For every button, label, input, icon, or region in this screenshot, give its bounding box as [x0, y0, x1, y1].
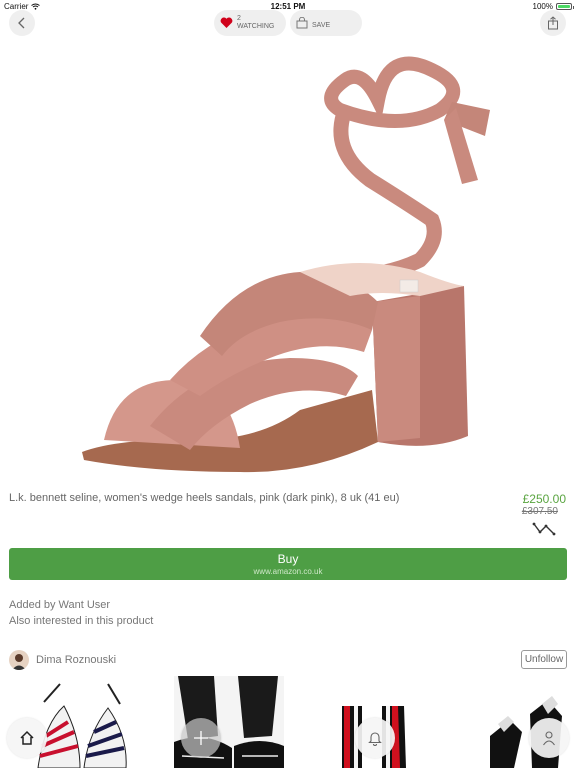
home-button[interactable] [7, 718, 47, 758]
watching-label: WATCHING [237, 23, 275, 30]
save-label: SAVE [312, 22, 331, 29]
heart-icon [220, 17, 233, 28]
watching-button[interactable]: 2 WATCHING [214, 10, 286, 36]
also-interested-text: Also interested in this product [9, 615, 154, 627]
thumb-bikini[interactable] [24, 676, 136, 768]
user-name[interactable]: Dima Roznouski [36, 654, 116, 666]
share-button[interactable] [540, 10, 566, 36]
buy-label: Buy [277, 552, 299, 566]
back-button[interactable] [9, 10, 35, 36]
save-button[interactable]: SAVE [290, 10, 362, 36]
buy-store: www.amazon.co.uk [253, 567, 323, 576]
plus-icon [194, 731, 208, 745]
chevron-left-icon [18, 17, 25, 29]
notifications-button[interactable] [355, 718, 395, 758]
status-time: 12:51 PM [270, 2, 306, 11]
price-trend-icon[interactable] [532, 520, 556, 536]
product-image[interactable] [0, 40, 576, 480]
profile-button[interactable] [529, 718, 569, 758]
product-old-price: £307.50 [521, 506, 558, 517]
bag-icon [296, 17, 308, 29]
related-products [0, 676, 576, 768]
product-title: L.k. bennett seline, women's wedge heels… [9, 492, 400, 504]
watching-count: 2 [237, 15, 241, 22]
home-icon [20, 730, 34, 745]
thumb-heels[interactable] [486, 676, 576, 768]
interested-user-row: Dima Roznouski Unfollow [9, 650, 567, 670]
buy-button[interactable]: Buy www.amazon.co.uk [9, 548, 567, 580]
added-by-text: Added by Want User [9, 599, 111, 611]
bell-icon [368, 732, 382, 746]
battery-icon [556, 3, 574, 10]
avatar[interactable] [9, 650, 29, 670]
person-icon [543, 731, 555, 746]
share-icon [548, 16, 558, 30]
status-bar: Carrier 12:51 PM 100% [0, 0, 576, 12]
product-price: £250.00 [522, 492, 566, 506]
add-button[interactable] [181, 718, 221, 758]
unfollow-button[interactable]: Unfollow [521, 650, 567, 669]
